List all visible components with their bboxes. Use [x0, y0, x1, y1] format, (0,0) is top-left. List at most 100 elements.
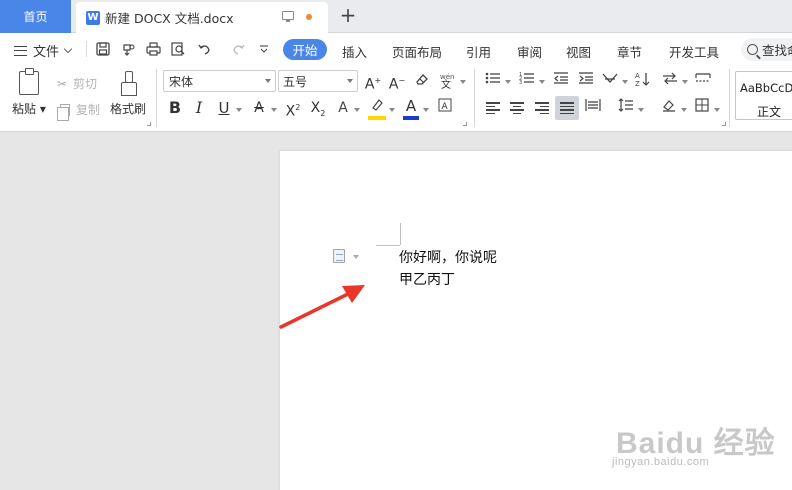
phonetic-guide-icon[interactable]: wén 文	[437, 71, 457, 91]
font-color-button[interactable]: A	[403, 96, 419, 116]
text-direction-icon[interactable]	[661, 71, 679, 91]
italic-button[interactable]: I	[191, 98, 207, 118]
distribute-icon[interactable]	[584, 98, 602, 118]
bullet-dropdown-icon[interactable]	[505, 80, 511, 84]
increase-indent-icon[interactable]	[577, 71, 595, 91]
tab-start[interactable]: 开始	[283, 39, 327, 60]
sort-icon[interactable]: AZ	[634, 71, 652, 91]
clear-format-icon[interactable]	[413, 71, 431, 91]
highlight-dropdown-icon[interactable]	[389, 108, 395, 112]
margin-corner-mark	[400, 223, 401, 245]
clipboard-dialog-launcher[interactable]	[147, 122, 151, 126]
customize-quick-access-icon[interactable]	[256, 41, 272, 57]
document-text-line[interactable]: 你好啊，你说呢	[399, 247, 497, 267]
search-label: 查找命	[762, 43, 792, 58]
style-name-label: 正文	[757, 105, 782, 119]
tab-view[interactable]: 视图	[566, 42, 591, 61]
tab-page-layout[interactable]: 页面布局	[392, 42, 442, 61]
show-hide-marks-icon[interactable]	[694, 71, 712, 91]
bullet-list-icon[interactable]	[484, 71, 502, 91]
search-box[interactable]: 查找命	[741, 38, 792, 61]
shading-icon[interactable]	[660, 98, 678, 118]
character-border-button[interactable]: A	[437, 98, 453, 118]
cut-button[interactable]: ✂ 剪切	[57, 75, 97, 92]
svg-text:Z: Z	[635, 80, 640, 87]
copy-button[interactable]: 复制	[57, 101, 101, 121]
highlight-color-bar	[368, 116, 386, 120]
divider	[156, 69, 157, 127]
tab-document-title: 新建 DOCX 文档.docx	[105, 11, 234, 26]
decrease-indent-icon[interactable]	[552, 71, 570, 91]
underline-button[interactable]: U	[215, 98, 233, 118]
tab-bar: 首页 W 新建 DOCX 文档.docx +	[0, 0, 792, 33]
font-color-dropdown-icon[interactable]	[423, 108, 429, 112]
highlight-button[interactable]	[368, 98, 386, 118]
line-spacing-dropdown-icon[interactable]	[638, 108, 644, 112]
tab-section[interactable]: 章节	[617, 42, 642, 61]
document-text-line[interactable]: 甲乙丙丁	[399, 269, 455, 289]
chinese-layout-icon[interactable]	[601, 71, 619, 91]
chinese-layout-dropdown-icon[interactable]	[622, 80, 628, 84]
watermark-url: jingyan.baidu.com	[612, 456, 710, 468]
divider	[474, 69, 475, 127]
text-effect-button[interactable]: A	[334, 98, 352, 118]
format-painter-button[interactable]: 格式刷	[110, 65, 146, 117]
font-name-select[interactable]: 宋体	[163, 70, 276, 92]
numbered-list-icon[interactable]: 123	[518, 71, 536, 91]
paste-button[interactable]: 粘贴 ▾	[12, 65, 46, 117]
brush-icon	[121, 71, 137, 96]
underline-dropdown-icon[interactable]	[236, 108, 242, 112]
bold-button[interactable]: B	[166, 98, 184, 118]
save-icon[interactable]	[95, 41, 111, 57]
clipboard-icon	[18, 68, 39, 95]
borders-icon[interactable]	[693, 98, 711, 118]
tab-insert[interactable]: 插入	[342, 42, 367, 61]
phonetic-dropdown-icon[interactable]	[460, 80, 466, 84]
tab-references[interactable]: 引用	[466, 42, 491, 61]
align-right-icon[interactable]	[535, 102, 549, 114]
svg-text:A: A	[442, 102, 449, 112]
justify-icon[interactable]	[560, 102, 574, 114]
tab-developer[interactable]: 开发工具	[669, 42, 719, 61]
tab-home[interactable]: 首页	[0, 0, 71, 33]
strikethrough-dropdown-icon[interactable]	[271, 108, 277, 112]
font-size-value: 五号	[283, 74, 308, 89]
copy-icon	[57, 103, 70, 121]
paragraph-layout-dropdown-icon[interactable]	[353, 255, 359, 259]
hamburger-icon	[14, 45, 27, 56]
file-menu-button[interactable]: 文件	[14, 41, 73, 60]
export-icon[interactable]	[120, 41, 136, 57]
file-menu-label: 文件	[33, 45, 60, 60]
font-size-select[interactable]: 五号	[278, 70, 358, 92]
print-preview-icon[interactable]	[170, 41, 186, 57]
text-direction-dropdown-icon[interactable]	[682, 80, 688, 84]
tab-document[interactable]: W 新建 DOCX 文档.docx	[76, 2, 328, 33]
style-normal[interactable]: AaBbCcDd 正文	[735, 71, 792, 120]
paragraph-dialog-launcher[interactable]	[722, 122, 726, 126]
text-effect-dropdown-icon[interactable]	[354, 108, 360, 112]
shrink-font-icon[interactable]: A−	[388, 71, 406, 93]
ribbon-toolbar: 粘贴 ▾ ✂ 剪切 复制 格式刷 宋体 五号 A+ A− wén 文 B I U …	[0, 65, 792, 132]
line-spacing-icon[interactable]	[617, 98, 635, 118]
copy-label: 复制	[76, 103, 101, 117]
subscript-button[interactable]: X2	[308, 98, 328, 118]
screen-icon[interactable]	[282, 11, 294, 22]
shading-dropdown-icon[interactable]	[681, 108, 687, 112]
new-tab-button[interactable]: +	[338, 5, 358, 25]
superscript-button[interactable]: X2	[283, 98, 303, 120]
baidu-watermark: Baidu 经验 jingyan.baidu.com	[608, 404, 792, 490]
tab-review[interactable]: 审阅	[517, 42, 542, 61]
print-icon[interactable]	[145, 41, 161, 57]
align-left-icon[interactable]	[486, 102, 500, 114]
font-color-bar	[403, 116, 419, 120]
redo-icon[interactable]	[230, 41, 246, 57]
cut-label: 剪切	[73, 77, 98, 91]
align-center-icon[interactable]	[510, 102, 524, 114]
font-dialog-launcher[interactable]	[463, 122, 467, 126]
strikethrough-button[interactable]: A	[250, 98, 268, 118]
paragraph-layout-icon[interactable]	[333, 249, 345, 263]
undo-icon[interactable]	[196, 41, 212, 57]
borders-dropdown-icon[interactable]	[714, 108, 720, 112]
numbered-dropdown-icon[interactable]	[539, 80, 545, 84]
grow-font-icon[interactable]: A+	[364, 71, 382, 93]
